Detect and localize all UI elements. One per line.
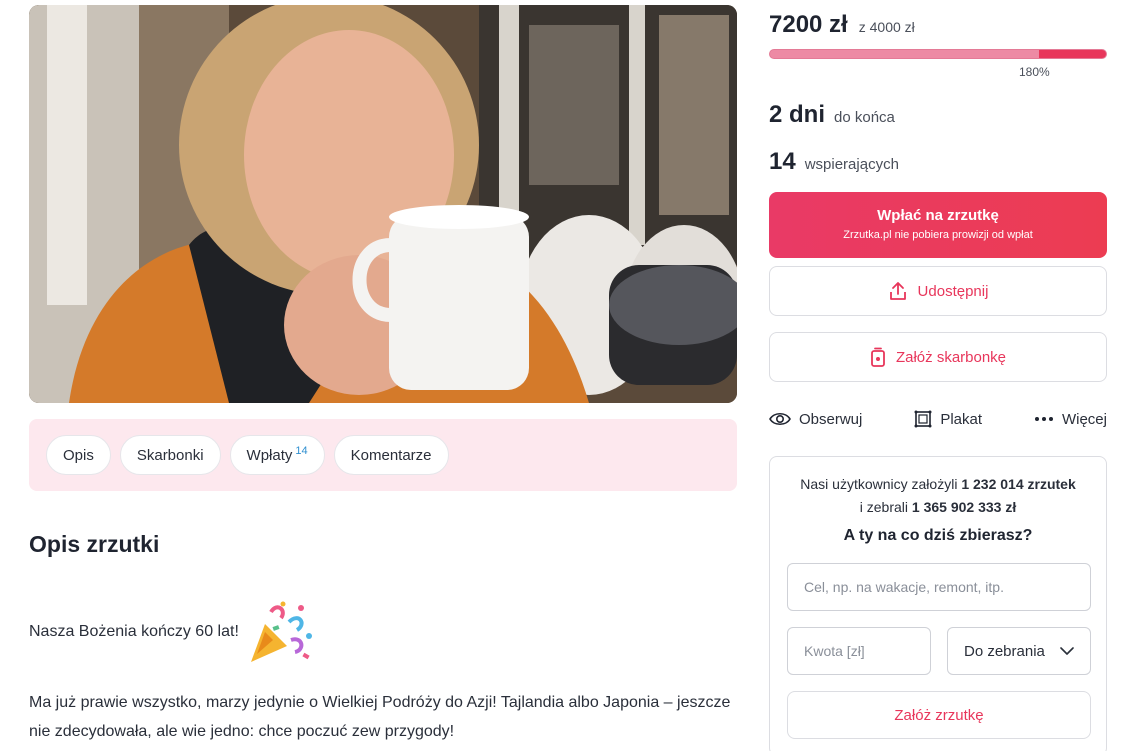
campaign-actions: Obserwuj Plakat Więcej bbox=[769, 404, 1107, 434]
funding-progress-fill bbox=[1038, 50, 1106, 58]
fundraiser-type-value: Do zebrania bbox=[964, 642, 1045, 660]
campaign-photo bbox=[29, 5, 737, 403]
tab-description[interactable]: Opis bbox=[46, 435, 111, 475]
create-piggybank-label: Załóż skarbonkę bbox=[895, 348, 1007, 366]
create-piggybank-button[interactable]: Załóż skarbonkę bbox=[769, 332, 1107, 382]
party-popper-icon bbox=[250, 601, 312, 662]
stats-count: 1 232 014 zrzutek bbox=[961, 476, 1076, 492]
create-fundraiser-card: Nasi użytkownicy założyli 1 232 014 zrzu… bbox=[769, 456, 1107, 751]
donate-button-sublabel: Zrzutka.pl nie pobiera prowizji od wpłat bbox=[843, 229, 1033, 241]
eye-icon bbox=[769, 412, 791, 426]
amount-input[interactable] bbox=[787, 627, 931, 675]
more-label: Więcej bbox=[1061, 410, 1107, 428]
funding-progress-bar bbox=[769, 49, 1107, 59]
tab-comments[interactable]: Komentarze bbox=[333, 435, 449, 475]
more-dots-icon bbox=[1034, 417, 1053, 421]
follow-label: Obserwuj bbox=[799, 410, 863, 428]
days-left-label: do końca bbox=[834, 109, 895, 126]
campaign-photo-illustration bbox=[29, 5, 737, 403]
description-paragraph: Ma już prawie wszystko, marzy jedynie o … bbox=[29, 694, 731, 740]
donate-button[interactable]: Wpłać na zrzutkę Zrzutka.pl nie pobiera … bbox=[769, 192, 1107, 258]
content-tabs: Opis Skarbonki Wpłaty 14 Komentarze bbox=[29, 419, 737, 491]
tab-label: Opis bbox=[63, 446, 94, 464]
amount-goal: z 4000 zł bbox=[858, 19, 915, 35]
tab-piggybanks[interactable]: Skarbonki bbox=[119, 435, 221, 475]
follow-button[interactable]: Obserwuj bbox=[769, 411, 862, 428]
poster-label: Plakat bbox=[940, 410, 983, 428]
share-icon bbox=[889, 282, 906, 300]
platform-stats-line1: Nasi użytkownicy założyli 1 232 014 zrzu… bbox=[770, 476, 1106, 492]
tab-payments[interactable]: Wpłaty 14 bbox=[229, 435, 325, 475]
share-button-label: Udostępnij bbox=[917, 282, 989, 300]
tab-label: Komentarze bbox=[350, 446, 432, 464]
more-button[interactable]: Więcej bbox=[1034, 411, 1107, 428]
share-button[interactable]: Udostępnij bbox=[769, 266, 1107, 316]
create-question: A ty na co dziś zbierasz? bbox=[843, 527, 1033, 544]
platform-stats-line2: i zebrali 1 365 902 333 zł bbox=[770, 499, 1106, 515]
supporters-count: 14 wspierających bbox=[769, 148, 899, 176]
create-fundraiser-button[interactable]: Załóż zrzutkę bbox=[787, 691, 1091, 739]
days-left: 2 dni do końca bbox=[769, 101, 895, 129]
days-left-value: 2 dni bbox=[769, 101, 826, 128]
description-intro-text: Nasza Bożenia kończy 60 lat! bbox=[29, 623, 239, 640]
tab-label: Wpłaty bbox=[246, 446, 293, 464]
stats-total: 1 365 902 333 zł bbox=[911, 499, 1017, 515]
tab-label: Skarbonki bbox=[136, 446, 204, 464]
create-fundraiser-label: Załóż zrzutkę bbox=[894, 706, 984, 724]
description-title: Opis zrzutki bbox=[29, 531, 160, 557]
poster-icon bbox=[914, 410, 932, 428]
funding-progress-label: 180% bbox=[1019, 65, 1050, 79]
description-intro: Nasza Bożenia kończy 60 lat! bbox=[29, 596, 315, 668]
goal-input[interactable] bbox=[787, 563, 1091, 611]
poster-button[interactable]: Plakat bbox=[914, 410, 982, 428]
stats-prefix: Nasi użytkownicy założyli bbox=[800, 476, 958, 492]
amount-raised: 7200 zł bbox=[769, 11, 848, 38]
piggybank-icon bbox=[871, 347, 885, 367]
fundraiser-type-select[interactable]: Do zebrania bbox=[947, 627, 1091, 675]
chevron-down-icon bbox=[1060, 647, 1074, 655]
supporters-label: wspierających bbox=[804, 156, 899, 173]
tab-badge-count: 14 bbox=[295, 445, 308, 457]
supporters-value: 14 bbox=[769, 148, 796, 175]
funding-amount: 7200 zł z 4000 zł bbox=[769, 11, 915, 39]
stats-middle: i zebrali bbox=[859, 499, 909, 515]
donate-button-label: Wpłać na zrzutkę bbox=[877, 207, 999, 224]
